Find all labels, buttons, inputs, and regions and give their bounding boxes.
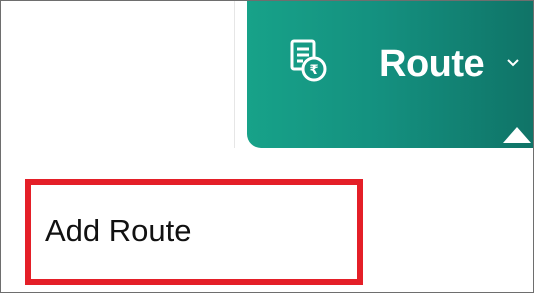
route-menu-label: Route [379, 43, 485, 85]
rupee-receipt-icon: ₹ [290, 39, 327, 82]
chevron-down-icon [507, 59, 519, 67]
add-route-menu-item[interactable]: Add Route [45, 211, 192, 251]
screenshot-frame: ₹ Route Add Route [0, 0, 534, 293]
svg-text:₹: ₹ [309, 63, 318, 78]
route-menu-button[interactable]: ₹ Route [247, 1, 533, 148]
header-divider [234, 1, 235, 148]
dropdown-notch [503, 127, 531, 143]
